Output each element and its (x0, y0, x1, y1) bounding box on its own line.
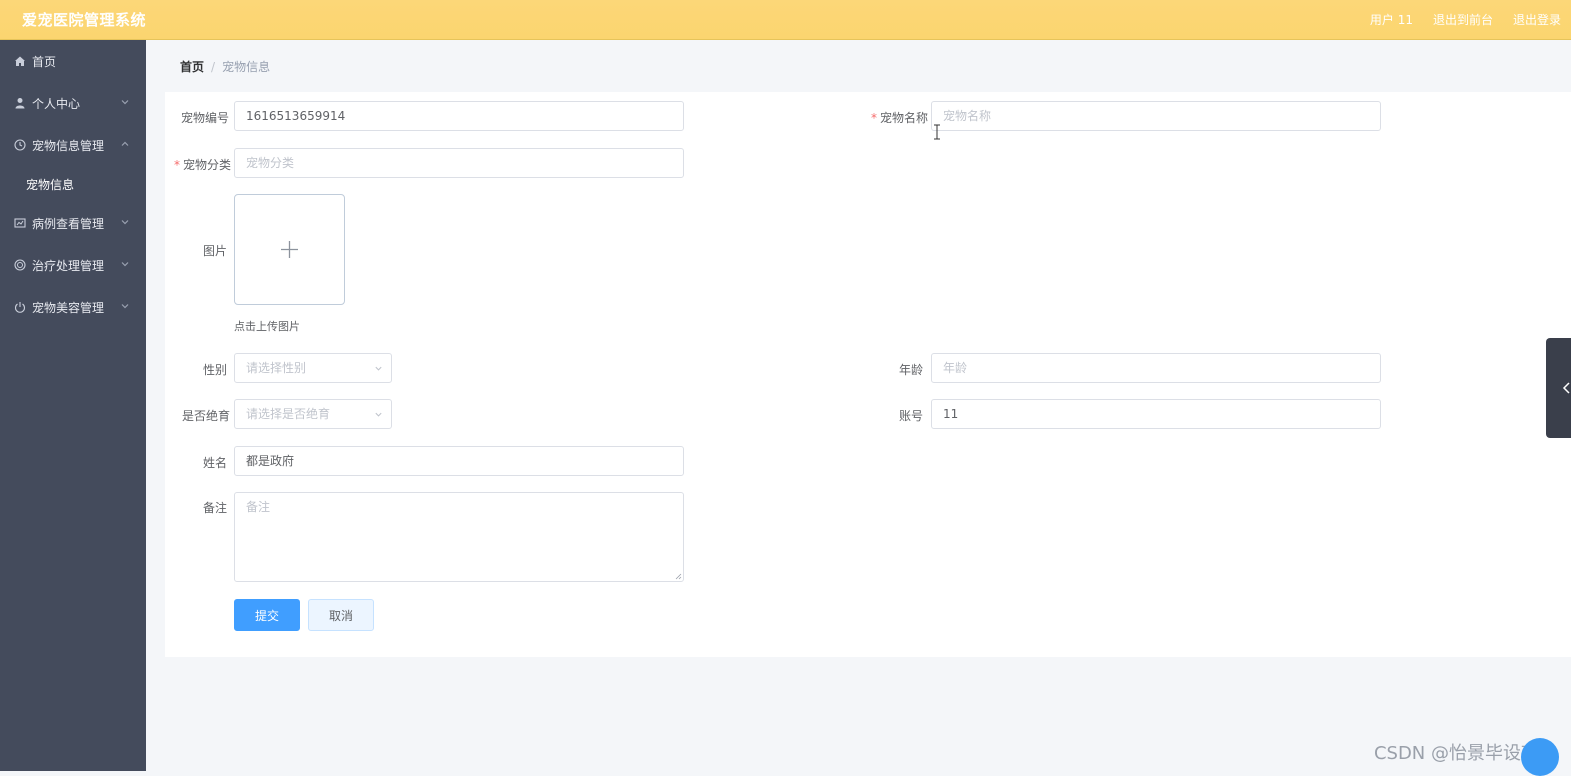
right-side-tab[interactable] (1546, 338, 1571, 438)
chart-icon (14, 217, 26, 229)
pet-name-label: * 宠物名称 (871, 111, 929, 125)
user-icon (14, 97, 26, 109)
breadcrumb-separator: / (211, 59, 216, 74)
gender-label: 性别 (203, 363, 228, 377)
sidebar-item-grooming-mgmt[interactable]: 宠物美容管理 (0, 286, 146, 328)
chevron-down-icon (375, 366, 382, 371)
sidebar-item-home[interactable]: 首页 (0, 40, 146, 82)
sidebar-item-label: 病例查看管理 (32, 216, 105, 231)
plus-icon (281, 241, 298, 258)
submit-button[interactable]: 提交 (234, 599, 300, 631)
upload-hint: 点击上传图片 (234, 320, 300, 333)
cancel-button[interactable]: 取消 (308, 599, 374, 631)
pet-name-field[interactable]: 宠物名称 (931, 101, 1381, 131)
top-right-links: 用户 11 退出到前台 退出登录 (1370, 11, 1561, 28)
sidebar-subitem-pet-info[interactable]: 宠物信息 (0, 166, 146, 202)
chevron-left-icon (1562, 382, 1570, 394)
sidebar-item-case-mgmt[interactable]: 病例查看管理 (0, 202, 146, 244)
top-bar: 爱宠医院管理系统 用户 11 退出到前台 退出登录 (0, 0, 1571, 40)
remark-label: 备注 (203, 501, 228, 515)
account-label: 账号 (899, 409, 924, 423)
breadcrumb-current: 宠物信息 (222, 60, 271, 74)
home-icon (14, 55, 26, 67)
neutered-select[interactable]: 请选择是否绝育 (234, 399, 392, 429)
clock-icon (14, 139, 26, 151)
sidebar-item-label: 个人中心 (32, 96, 81, 111)
age-label: 年龄 (899, 363, 924, 377)
chevron-down-icon (121, 262, 129, 267)
sidebar-item-pet-info-mgmt[interactable]: 宠物信息管理 (0, 124, 146, 166)
image-label: 图片 (203, 244, 228, 258)
power-icon (14, 301, 26, 313)
chevron-down-icon (121, 304, 129, 309)
app-title: 爱宠医院管理系统 (22, 11, 147, 29)
chevron-down-icon (121, 100, 129, 105)
gender-select[interactable]: 请选择性别 (234, 353, 392, 383)
neutered-label: 是否绝育 (182, 409, 231, 423)
category-label: * 宠物分类 (174, 158, 232, 172)
floating-help-button[interactable] (1521, 738, 1559, 776)
age-field[interactable]: 年龄 (931, 353, 1381, 383)
owner-name-label: 姓名 (203, 456, 228, 470)
target-icon (14, 259, 26, 271)
breadcrumb-home[interactable]: 首页 (180, 58, 204, 75)
sidebar-item-label: 治疗处理管理 (32, 258, 105, 273)
account-field[interactable]: 11 (931, 399, 1381, 429)
text-cursor-icon (934, 124, 940, 140)
owner-name-field[interactable]: 都是政府 (234, 446, 684, 476)
image-upload-box[interactable] (234, 194, 345, 305)
pet-form: 宠物编号 1616513659914 * 宠物名称 宠物名称 * 宠物分类 宠物分类… (165, 92, 1571, 657)
pet-id-field[interactable]: 1616513659914 (234, 101, 684, 131)
sidebar-item-label: 首页 (32, 54, 57, 69)
breadcrumb: 首页 / 宠物信息 (180, 58, 270, 75)
main-content: 首页 / 宠物信息 宠物编号 1616513659914 * 宠物名称 宠物名称 … (146, 40, 1571, 771)
chevron-down-icon (121, 220, 129, 225)
chevron-down-icon (375, 412, 382, 417)
goto-front-link[interactable]: 退出到前台 (1433, 11, 1493, 28)
logout-link[interactable]: 退出登录 (1513, 11, 1561, 28)
pet-id-label: 宠物编号 (181, 111, 230, 125)
sidebar: 首页 个人中心 宠物信息管理 宠物信息 病例查看管理 治疗处理管理 宠物美容管理 (0, 40, 146, 771)
sidebar-item-personal[interactable]: 个人中心 (0, 82, 146, 124)
chevron-up-icon (121, 141, 129, 146)
remark-textarea[interactable]: 备注 (234, 492, 684, 582)
sidebar-item-label: 宠物信息管理 (32, 138, 105, 153)
category-field[interactable]: 宠物分类 (234, 148, 684, 178)
resize-handle-icon[interactable] (675, 573, 682, 580)
sidebar-item-treatment-mgmt[interactable]: 治疗处理管理 (0, 244, 146, 286)
user-label: 用户 11 (1369, 13, 1413, 27)
sidebar-item-label: 宠物美容管理 (32, 300, 105, 315)
